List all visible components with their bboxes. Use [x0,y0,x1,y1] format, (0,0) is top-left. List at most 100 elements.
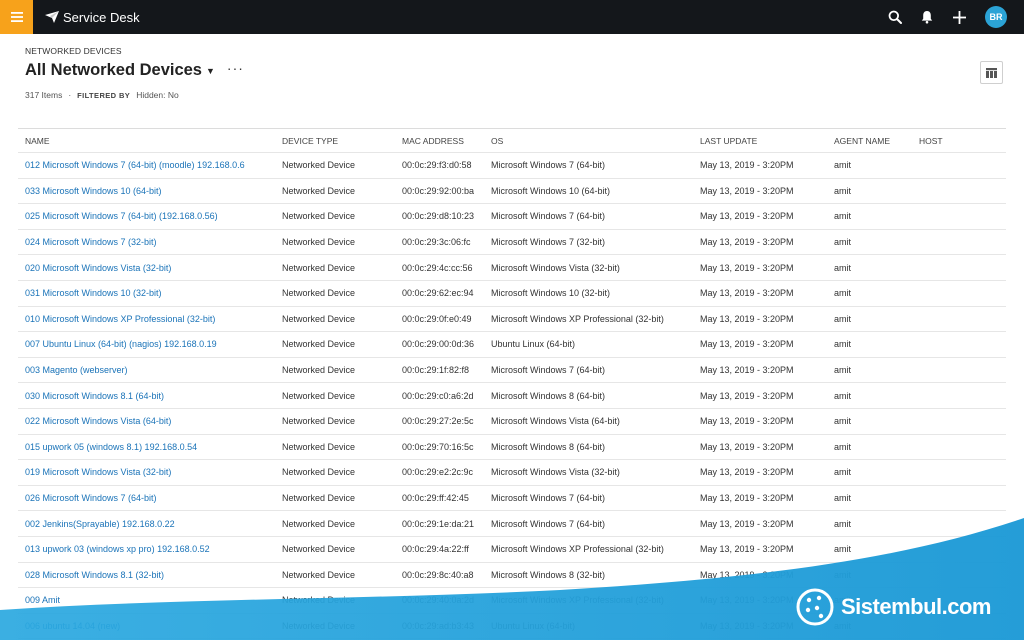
item-count: 317 Items [25,90,63,100]
column-settings-button[interactable] [980,61,1003,84]
cell-device-type: Networked Device [282,416,356,427]
cell-last-update: May 13, 2019 - 3:20PM [700,569,794,580]
bell-icon [921,11,933,24]
cell-device-type: Networked Device [282,313,356,324]
view-dropdown-caret-icon[interactable]: ▼ [206,66,215,76]
column-header-device-type[interactable]: DEVICE TYPE [275,136,395,146]
cell-os: Microsoft Windows 10 (32-bit) [491,288,611,299]
column-header-agent-name[interactable]: AGENT NAME [827,136,912,146]
table-row[interactable]: 020 Microsoft Windows Vista (32-bit) Netw… [18,255,1006,281]
notifications-button[interactable] [911,0,943,34]
column-header-mac-address[interactable]: MAC ADDRESS [395,136,484,146]
cell-os: Microsoft Windows 7 (64-bit) [491,518,606,529]
cell-name[interactable]: 009 Amit [18,595,275,605]
cell-name[interactable]: 031 Microsoft Windows 10 (32-bit) [18,288,275,298]
column-header-os[interactable]: OS [484,136,693,146]
table-row[interactable]: 015 upwork 05 (windows 8.1) 192.168.0.54… [18,435,1006,461]
hamburger-icon [10,12,23,22]
table-row[interactable]: 003 Magento (webserver) Networked Device 0… [18,358,1006,384]
cell-os: Microsoft Windows 8 (64-bit) [491,441,606,452]
cell-mac-address: 00:0c:29:f3:d0:58 [402,160,472,171]
column-header-host[interactable]: HOST [912,136,1006,146]
cell-mac-address: 00:0c:29:1e:da:21 [402,518,475,529]
cell-mac-address: 00:0c:29:62:ec:94 [402,288,474,299]
cell-last-update: May 13, 2019 - 3:20PM [700,160,794,171]
table-row[interactable]: 010 Microsoft Windows XP Professional (3… [18,307,1006,333]
table-row[interactable]: 022 Microsoft Windows Vista (64-bit) Netw… [18,409,1006,435]
cell-agent-name: amit [834,416,852,427]
table-row[interactable]: 028 Microsoft Windows 8.1 (32-bit) Networ… [18,563,1006,589]
cell-device-type: Networked Device [282,211,356,222]
cell-os: Microsoft Windows 10 (64-bit) [491,185,611,196]
cell-os: Microsoft Windows XP Professional (32-bi… [491,544,664,555]
cell-name[interactable]: 033 Microsoft Windows 10 (64-bit) [18,186,275,196]
table-row[interactable]: 030 Microsoft Windows 8.1 (64-bit) Networ… [18,383,1006,409]
search-button[interactable] [879,0,911,34]
cell-name[interactable]: 024 Microsoft Windows 7 (32-bit) [18,237,275,247]
cell-device-type: Networked Device [282,493,356,504]
cell-agent-name: amit [834,390,852,401]
cell-name[interactable]: 013 upwork 03 (windows xp pro) 192.168.0… [18,544,275,554]
cell-last-update: May 13, 2019 - 3:20PM [700,493,794,504]
table-row[interactable]: 033 Microsoft Windows 10 (64-bit) Network… [18,179,1006,205]
add-new-button[interactable] [943,0,975,34]
cell-name[interactable]: 007 Ubuntu Linux (64-bit) (nagios) 192.1… [18,339,275,349]
cell-agent-name: amit [834,237,852,248]
cell-mac-address: 00:0c:29:ad:b3:43 [402,620,475,631]
cell-agent-name: amit [834,185,852,196]
cell-name[interactable]: 030 Microsoft Windows 8.1 (64-bit) [18,391,275,401]
cell-last-update: May 13, 2019 - 3:20PM [700,339,794,350]
cell-device-type: Networked Device [282,288,356,299]
cell-name[interactable]: 022 Microsoft Windows Vista (64-bit) [18,416,275,426]
column-header-last-update[interactable]: LAST UPDATE [693,136,827,146]
cell-mac-address: 00:0c:29:3c:06:fc [402,237,471,248]
cell-name[interactable]: 002 Jenkins(Sprayable) 192.168.0.22 [18,519,275,529]
table-row[interactable]: 013 upwork 03 (windows xp pro) 192.168.0… [18,537,1006,563]
cell-device-type: Networked Device [282,160,356,171]
column-header-name[interactable]: NAME [18,136,275,146]
cell-device-type: Networked Device [282,467,356,478]
cell-agent-name: amit [834,365,852,376]
page-title[interactable]: All Networked Devices [25,61,202,80]
cell-last-update: May 13, 2019 - 3:20PM [700,518,794,529]
table-row[interactable]: 025 Microsoft Windows 7 (64-bit) (192.16… [18,204,1006,230]
cell-name[interactable]: 003 Magento (webserver) [18,365,275,375]
user-avatar[interactable]: BR [985,6,1007,28]
cell-os: Microsoft Windows XP Professional (32-bi… [491,595,664,606]
cell-name[interactable]: 026 Microsoft Windows 7 (64-bit) [18,493,275,503]
cell-name[interactable]: 015 upwork 05 (windows 8.1) 192.168.0.54 [18,442,275,452]
table-row[interactable]: 024 Microsoft Windows 7 (32-bit) Networke… [18,230,1006,256]
app-logo[interactable]: Service Desk [45,10,140,25]
cell-last-update: May 13, 2019 - 3:20PM [700,544,794,555]
cell-last-update: May 13, 2019 - 3:20PM [700,365,794,376]
breadcrumb[interactable]: NETWORKED DEVICES [25,46,1005,56]
table-row[interactable]: 012 Microsoft Windows 7 (64-bit) (moodle… [18,153,1006,179]
app-brand-name: Service Desk [63,9,140,25]
cell-os: Microsoft Windows 8 (64-bit) [491,390,606,401]
cell-name[interactable]: 028 Microsoft Windows 8.1 (32-bit) [18,570,275,580]
cell-name[interactable]: 025 Microsoft Windows 7 (64-bit) (192.16… [18,211,275,221]
cell-name[interactable]: 006 ubuntu 14.04 (new) [18,621,275,631]
table-row[interactable]: 026 Microsoft Windows 7 (64-bit) Networke… [18,486,1006,512]
table-row[interactable]: 002 Jenkins(Sprayable) 192.168.0.22 Netwo… [18,511,1006,537]
table-row[interactable]: 019 Microsoft Windows Vista (32-bit) Netw… [18,460,1006,486]
cell-agent-name: amit [834,339,852,350]
cell-name[interactable]: 019 Microsoft Windows Vista (32-bit) [18,467,275,477]
more-options-icon[interactable]: ··· [227,61,244,75]
cell-name[interactable]: 020 Microsoft Windows Vista (32-bit) [18,263,275,273]
filter-value[interactable]: Hidden: No [136,90,179,100]
cell-last-update: May 13, 2019 - 3:20PM [700,467,794,478]
cell-mac-address: 00:0c:29:4c:cc:56 [402,262,473,273]
main-menu-button[interactable] [0,0,33,34]
cell-os: Microsoft Windows 7 (64-bit) [491,493,606,504]
cell-name[interactable]: 010 Microsoft Windows XP Professional (3… [18,314,275,324]
cell-name[interactable]: 012 Microsoft Windows 7 (64-bit) (moodle… [18,160,275,170]
cell-mac-address: 00:0c:29:e2:2c:9c [402,467,474,478]
cell-device-type: Networked Device [282,339,356,350]
cell-last-update: May 13, 2019 - 3:20PM [700,313,794,324]
table-body: 012 Microsoft Windows 7 (64-bit) (moodle… [18,153,1006,640]
table-row[interactable]: 031 Microsoft Windows 10 (32-bit) Network… [18,281,1006,307]
table-row[interactable]: 007 Ubuntu Linux (64-bit) (nagios) 192.1… [18,332,1006,358]
search-icon [888,10,902,24]
cell-os: Microsoft Windows Vista (32-bit) [491,262,620,273]
